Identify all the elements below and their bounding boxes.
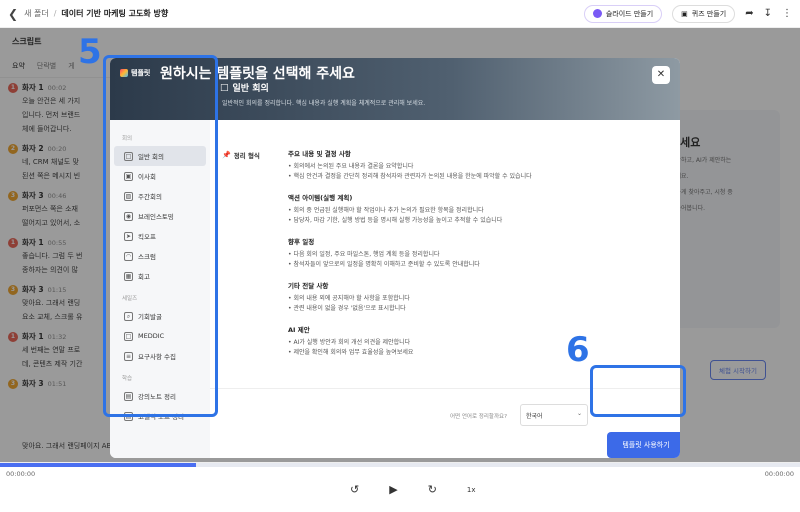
section-bullet: • 제안을 확인해 회의와 업무 효율성을 높여보세요 (288, 349, 414, 356)
section-bullet: • 회의에서 논의된 주요 내용과 결론을 요약합니다 (288, 163, 414, 170)
section-bullet: • 다음 회의 일정, 주요 마일스톤, 행업 계획 등을 정리합니다 (288, 251, 440, 258)
audio-player: 00:00:00 00:00:00 ↺ ▶ ↻ 1x (0, 462, 800, 512)
format-label: 📌 정리 형식 (222, 150, 260, 160)
section-heading: 향후 일정 (288, 238, 315, 246)
section-bullet: • 관련 내용이 없을 경우 '없음'으로 표시합니다 (288, 305, 406, 312)
section-bullet: • AI가 실행 방안과 회의 개선 의견을 제안합니다 (288, 339, 411, 346)
quiz-icon: ▣ (681, 9, 688, 18)
section-heading: 주요 내용 및 결정 사항 (288, 150, 351, 158)
breadcrumb-separator: / (53, 9, 57, 18)
section-heading: 기타 전달 사항 (288, 282, 329, 290)
top-bar: ❮ 새 폴더 / 데이터 기반 마케팅 고도화 방향 슬라이드 만들기 ▣ 퀴즈 … (0, 0, 800, 28)
use-template-button[interactable]: 템플릿 사용하기 (607, 432, 680, 458)
close-icon[interactable]: ✕ (652, 66, 670, 84)
chevron-left-icon[interactable]: ❮ (8, 7, 18, 21)
annotation-number-6: 6 (566, 330, 590, 370)
play-icon[interactable]: ▶ (389, 483, 397, 496)
template-name-heading: □ 일반 회의 (220, 81, 269, 95)
format-label-text: 정리 형식 (233, 152, 260, 160)
slides-icon (592, 9, 602, 18)
share-icon[interactable]: ➦ (745, 8, 753, 19)
annotation-number-5: 5 (78, 32, 102, 72)
section-heading: 액션 아이템(실행 계획) (288, 194, 353, 202)
section-bullet: • 담당자, 마감 기한, 실행 방법 등을 명시해 실행 가능성을 높이고 추… (288, 217, 503, 224)
document-icon: □ (220, 82, 229, 93)
template-section: AI 제안 • AI가 실행 방안과 회의 개선 의견을 제안합니다 • 제안을 확… (288, 324, 668, 358)
pin-icon: 📌 (222, 151, 231, 159)
section-heading: AI 제안 (288, 326, 310, 334)
create-slides-button[interactable]: 슬라이드 만들기 (583, 4, 663, 23)
breadcrumb-folder[interactable]: 새 폴더 (24, 8, 49, 19)
player-controls: ↺ ▶ ↻ 1x (350, 483, 476, 496)
create-slides-label: 슬라이드 만들기 (605, 9, 654, 18)
annotation-box-5 (103, 55, 218, 417)
template-sections: 주요 내용 및 결정 사항 • 회의에서 논의된 주요 내용과 결론을 요약합니다… (288, 148, 668, 368)
topbar-actions: 슬라이드 만들기 ▣ 퀴즈 만들기 ➦ ↧ ⋮ (583, 4, 792, 23)
create-quiz-label: 퀴즈 만들기 (691, 9, 727, 18)
chevron-down-icon: ⌄ (576, 410, 582, 417)
more-icon[interactable]: ⋮ (782, 8, 792, 19)
progress-bar[interactable] (0, 463, 800, 467)
section-bullet: • 회의 중 언급된 실행해야 할 작업이나 추가 논의가 필요한 항목을 정리… (288, 207, 484, 214)
template-section: 액션 아이템(실행 계획) • 회의 중 언급된 실행해야 할 작업이나 추가 논… (288, 192, 668, 226)
template-section: 향후 일정 • 다음 회의 일정, 주요 마일스톤, 행업 계획 등을 정리합니다… (288, 236, 668, 270)
download-icon[interactable]: ↧ (764, 8, 772, 19)
forward-icon[interactable]: ↻ (428, 483, 437, 496)
section-bullet: • 참석자들이 앞으로의 일정을 명확히 이해하고 준비할 수 있도록 안내합니… (288, 261, 480, 268)
language-select[interactable]: 한국어 ⌄ (520, 404, 588, 426)
section-bullet: • 회의 내용 외에 공지해야 할 사항을 포함합니다 (288, 295, 410, 302)
language-question: 어떤 언어로 정리할까요? (450, 414, 508, 420)
template-description: 일반적인 회의를 정리합니다. 핵심 내용과 실행 계획을 체계적으로 관리해 … (222, 100, 426, 107)
total-time: 00:00:00 (764, 470, 794, 478)
page-title: 데이터 기반 마케팅 고도화 방향 (61, 9, 169, 18)
template-section: 주요 내용 및 결정 사항 • 회의에서 논의된 주요 내용과 결론을 요약합니다… (288, 148, 668, 182)
create-quiz-button[interactable]: ▣ 퀴즈 만들기 (672, 4, 736, 23)
annotation-box-6 (590, 365, 686, 417)
rewind-icon[interactable]: ↺ (350, 483, 359, 496)
speed-button[interactable]: 1x (467, 486, 476, 494)
section-bullet: • 핵심 안건과 결정을 간단히 정리해 참석자와 관련자가 논의된 내용을 한… (288, 173, 532, 180)
template-section: 기타 전달 사항 • 회의 내용 외에 공지해야 할 사항을 포함합니다 • 관련 … (288, 280, 668, 314)
language-value: 한국어 (526, 413, 543, 420)
progress-fill (0, 463, 196, 467)
current-time: 00:00:00 (6, 470, 36, 478)
template-name: 일반 회의 (232, 84, 269, 94)
